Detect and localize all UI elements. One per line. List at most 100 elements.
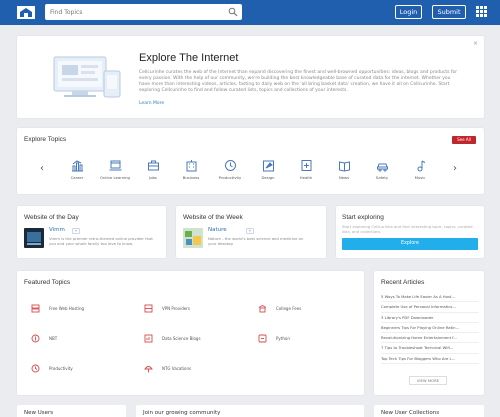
featured-item-label: College Fees	[276, 305, 302, 311]
featured-item-label: NTG Vacations	[162, 365, 192, 371]
start-exploring-subtitle: Start exploring Cellcurinhe and find int…	[342, 224, 473, 234]
featured-item-vpn-providers[interactable]: VPN Providers	[144, 298, 190, 318]
beach-icon	[144, 365, 153, 372]
hero-card: Explore The Internet Cellcurinhe curates…	[17, 36, 484, 118]
chart-icon	[71, 160, 83, 172]
add-badge[interactable]: +	[72, 228, 80, 234]
article-link[interactable]: 7 Tips to Troubleshoot Technical Wifi...	[381, 343, 479, 354]
featured-item-label: Productivity	[49, 365, 73, 371]
topic-item-career[interactable]: Career	[59, 159, 95, 180]
featured-topics-card: Featured Topics Free Web Hosting VPN Pro…	[17, 271, 364, 395]
hosting-icon	[31, 304, 40, 312]
featured-item-nbt[interactable]: NBT	[31, 328, 57, 348]
website-of-day-title: Website of the Day	[24, 214, 79, 221]
featured-item-label: NBT	[49, 335, 58, 341]
new-users-title: New Users	[24, 410, 54, 416]
article-link[interactable]: Complete Use of Personal Informatics...	[381, 302, 479, 313]
login-button[interactable]: Login	[395, 5, 422, 19]
featured-item-college-fees[interactable]: College Fees	[258, 298, 301, 318]
data-icon	[144, 334, 153, 342]
featured-item-label: Python	[276, 335, 290, 341]
featured-item-ntg-vacations[interactable]: NTG Vacations	[144, 358, 191, 378]
topic-item-news[interactable]: News	[326, 159, 362, 180]
article-link[interactable]: Top Tech Tips For Bloggers Who Are L...	[381, 354, 479, 365]
topic-label: Music	[414, 175, 426, 180]
vimm-thumbnail-icon[interactable]	[24, 228, 44, 248]
laptop-icon	[109, 160, 121, 171]
site-name-link[interactable]: Vimm	[49, 227, 65, 233]
topic-label: Jobs	[149, 175, 157, 180]
palette-icon	[262, 160, 274, 172]
topic-label: Business	[182, 175, 200, 180]
topic-label: Productivity	[218, 175, 242, 180]
website-of-week-title: Website of the Week	[183, 214, 243, 221]
featured-topics-title: Featured Topics	[24, 279, 71, 286]
article-link[interactable]: Revolutionizing Home Entertainment f...	[381, 333, 479, 344]
site-description: Nature - the world's best science and me…	[208, 236, 304, 246]
clock-icon	[224, 160, 236, 171]
recent-articles-card: Recent Articles 5 Ways To Make Life Easi…	[374, 271, 484, 395]
topic-item-jobs[interactable]: Jobs	[135, 159, 171, 180]
explore-topics-card: Explore Topics See All ‹ › Career Online…	[17, 128, 484, 194]
topic-item-design[interactable]: Design	[250, 159, 286, 180]
new-collections-card: New User Collections	[374, 405, 484, 417]
view-more-button[interactable]: VIEW MORE	[409, 376, 447, 385]
learn-more-link[interactable]: Learn More	[139, 101, 164, 106]
featured-item-label: Free Web Hosting	[49, 305, 85, 311]
article-link[interactable]: 5 Ways To Make Life Easier As A Host...	[381, 292, 479, 303]
building-icon	[186, 160, 196, 172]
site-name-link[interactable]: Nature	[208, 227, 227, 233]
featured-item-python[interactable]: Python	[258, 328, 290, 348]
explore-illustration-icon	[53, 56, 121, 98]
chevron-left-icon[interactable]: ‹	[40, 163, 44, 174]
hero-description: Cellcurinhe curates the web of the Inter…	[139, 70, 458, 93]
python-icon	[258, 334, 267, 342]
submit-button[interactable]: Submit	[432, 5, 466, 19]
apps-grid-icon[interactable]	[476, 6, 487, 17]
article-link[interactable]: Beginners Tips For Playing Online Ratin.…	[381, 323, 479, 334]
featured-item-free-web-hosting[interactable]: Free Web Hosting	[31, 298, 84, 318]
site-description: Vimm is the premier retro-themed online …	[49, 236, 153, 246]
topic-label: Online Learning	[100, 175, 130, 180]
topic-item-safety[interactable]: Safety	[364, 159, 400, 180]
featured-item-label: VPN Providers	[162, 305, 190, 311]
website-of-day-card: Website of the Day Vimm + Vimm is the pr…	[17, 206, 166, 258]
vpn-icon	[144, 304, 153, 312]
car-icon	[376, 163, 388, 172]
explore-topics-title: Explore Topics	[24, 136, 67, 143]
nbt-icon	[31, 334, 40, 342]
join-community-title: Join our growing community	[143, 410, 221, 416]
search-box	[45, 4, 242, 20]
clock-icon	[31, 364, 40, 372]
featured-item-label: Data Science Blogs	[162, 335, 201, 341]
chevron-right-icon[interactable]: ›	[453, 163, 457, 174]
college-icon	[258, 304, 267, 312]
join-community-card: Join our growing community	[136, 405, 364, 417]
website-of-week-card: Website of the Week Nature + Nature - th…	[176, 206, 326, 258]
heart-icon	[301, 160, 311, 171]
featured-item-data-science-blogs[interactable]: Data Science Blogs	[144, 328, 201, 348]
see-all-button[interactable]: See All	[452, 136, 476, 144]
explore-button[interactable]: Explore	[342, 238, 478, 250]
new-collections-title: New User Collections	[381, 410, 440, 416]
hero-title: Explore The Internet	[139, 52, 239, 64]
nature-thumbnail-icon[interactable]	[183, 228, 203, 248]
newspaper-icon	[338, 161, 350, 172]
article-link[interactable]: 3 Library's PDF Downloader	[381, 313, 479, 323]
briefcase-icon	[147, 160, 159, 171]
add-badge[interactable]: +	[246, 228, 254, 234]
search-icon[interactable]	[228, 7, 238, 17]
music-icon	[417, 160, 425, 172]
topic-item-music[interactable]: Music	[402, 159, 438, 180]
topic-item-business[interactable]: Business	[173, 159, 209, 180]
home-logo-icon[interactable]	[17, 6, 35, 19]
top-bar: Login Submit	[0, 0, 500, 25]
topic-item-health[interactable]: Health	[288, 159, 324, 180]
new-users-card: New Users	[17, 405, 126, 417]
topic-item-productivity[interactable]: Productivity	[212, 159, 248, 180]
featured-item-productivity[interactable]: Productivity	[31, 358, 73, 378]
close-icon[interactable]: ×	[473, 40, 478, 47]
topic-item-online-learning[interactable]: Online Learning	[97, 159, 133, 180]
topic-label: Safety	[375, 175, 389, 180]
search-input[interactable]	[50, 6, 220, 18]
